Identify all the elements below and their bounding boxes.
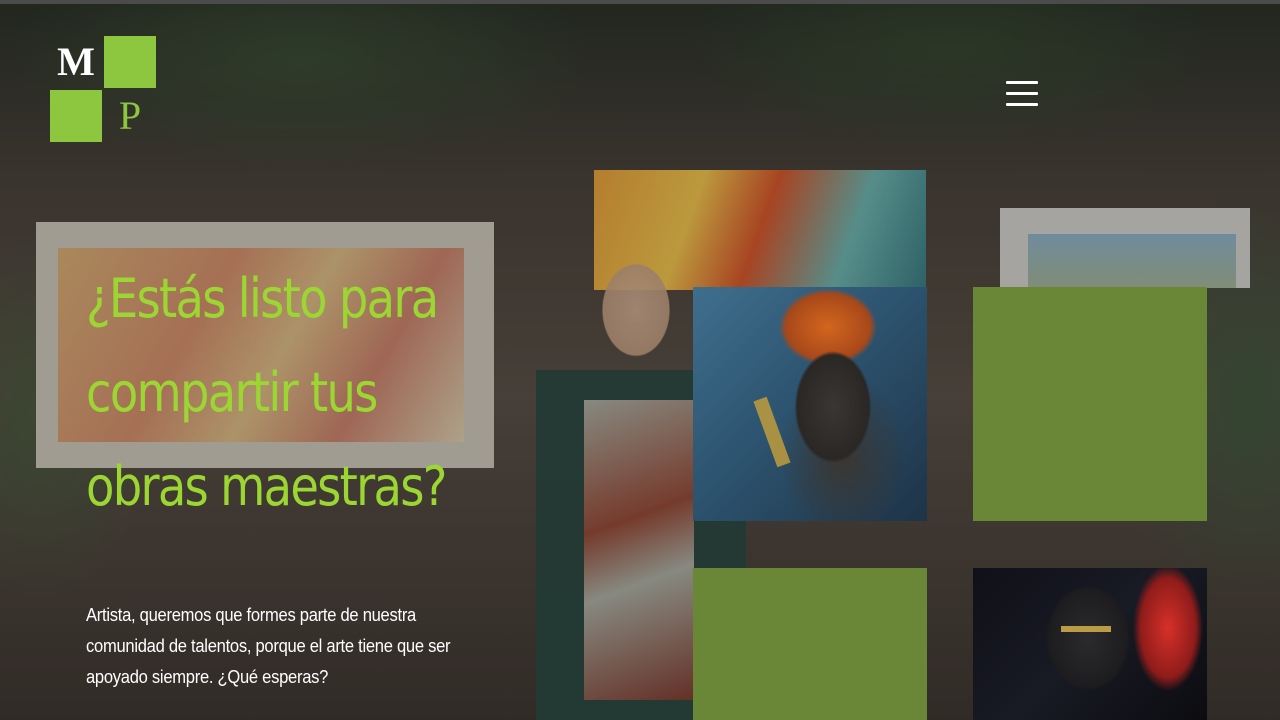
- menu-bar-top: [1006, 81, 1038, 84]
- menu-bar-bottom: [1006, 103, 1038, 106]
- hamburger-menu-icon[interactable]: [1004, 78, 1042, 112]
- gallery-image-portrait-1[interactable]: [693, 287, 927, 521]
- top-border: [0, 0, 1280, 4]
- logo-letter-p: P: [118, 93, 142, 138]
- gallery-image-portrait-2[interactable]: [973, 568, 1207, 720]
- hero-headline: ¿Estás listo para compartir tus obras ma…: [86, 267, 447, 518]
- gallery-color-tile-2: [693, 568, 927, 720]
- gallery-color-tile-1: [973, 287, 1207, 521]
- logo-square-bottom-left: [50, 90, 102, 142]
- logo-letter-m: M: [57, 39, 95, 84]
- logo-square-top-right: [104, 36, 156, 88]
- menu-bar-middle: [1006, 92, 1038, 95]
- site-logo[interactable]: M P: [50, 36, 156, 142]
- hero-subtitle: Artista, queremos que formes parte de nu…: [86, 605, 451, 687]
